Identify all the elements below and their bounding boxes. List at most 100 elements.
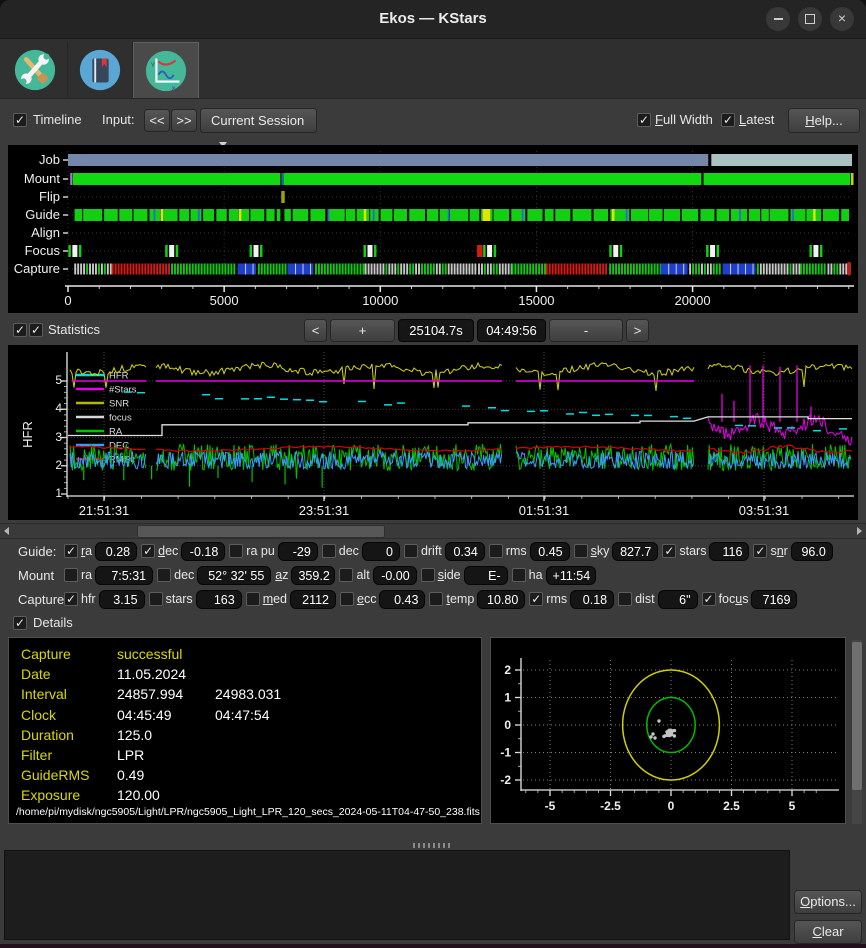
mount-side-checkbox[interactable] [421,568,435,582]
details-vertical-scrollbar[interactable] [852,640,862,824]
stats-back-button[interactable]: < [304,319,327,342]
mount-dec-checkbox[interactable] [157,568,171,582]
input-forward-button[interactable]: >> [171,109,197,132]
statistics-checkbox-2[interactable]: ✓ [29,323,43,337]
details-row: Date11.05.2024 [21,664,481,684]
svg-text:Y: Y [151,62,156,69]
log-panel[interactable] [4,850,790,940]
guide-snr-checkbox[interactable]: ✓ [753,544,767,558]
stat-value: 0.18 [570,590,614,609]
guide-sky-checkbox[interactable] [574,544,588,558]
details-row: Exposure120.00 [21,785,481,805]
guide-stat-ra: ✓ra0.28 [64,542,137,561]
stat-value: 96.0 [791,542,833,561]
guide-stars-checkbox[interactable]: ✓ [662,544,676,558]
session-dropdown[interactable]: Current Session [200,108,317,133]
guide-ra-pu-checkbox[interactable] [229,544,243,558]
titlebar: Ekos — KStars × [0,0,866,39]
svg-text:2.5: 2.5 [723,799,740,813]
capture-stat-temp: temp10.80 [429,590,525,609]
capture-dist-checkbox[interactable] [618,592,632,606]
capture-hfr-checkbox[interactable]: ✓ [64,592,78,606]
details-row: GuideRMS0.49 [21,765,481,785]
close-icon[interactable]: × [830,7,854,31]
guide-stat-stars: ✓stars116 [662,542,749,561]
capture-ecc-checkbox[interactable] [340,592,354,606]
capture-stat-dist: dist6" [618,590,697,609]
guide-ra-checkbox[interactable]: ✓ [64,544,78,558]
stat-label: sky [591,544,610,558]
stat-value: -0.00 [373,566,417,585]
details-checkbox[interactable]: ✓ [13,616,27,630]
tab-analyze[interactable]: Y x [133,42,199,98]
guide-rms-checkbox[interactable] [489,544,503,558]
timeline-x-tick: 0 [40,293,96,308]
stat-label: dec [158,544,178,558]
capture-temp-checkbox[interactable] [429,592,443,606]
stats-y-tick: 4 [44,401,62,415]
help-button[interactable]: Help... [788,108,860,133]
stat-label: temp [446,592,474,606]
mount-row-label: Mount [18,568,64,583]
stat-label: side [438,568,461,582]
minimize-icon[interactable] [766,7,790,31]
splitter-handle[interactable] [413,843,453,848]
stats-zoom-in-button[interactable]: + [330,319,395,342]
stats-clock-display: 04:49:56 [477,319,546,342]
stat-label: ra [81,544,92,558]
details-label: Details [33,615,73,630]
timeline-plot [8,145,858,313]
capture-med-checkbox[interactable] [246,592,260,606]
scroll-right-icon[interactable] [857,527,862,535]
guide-row-label: Guide: [18,544,64,559]
input-back-button[interactable]: << [144,109,170,132]
maximize-icon[interactable] [798,7,822,31]
stat-value: 3.15 [99,590,145,609]
timeline-checkbox[interactable]: ✓ [13,113,27,127]
capture-row-label: Capture [18,592,64,607]
stat-value: 0.34 [445,542,485,561]
tab-setup[interactable] [3,42,68,97]
svg-text:5: 5 [789,799,796,813]
tab-scheduler[interactable] [68,42,133,97]
scroll-left-icon[interactable] [4,527,9,535]
mount-ha-checkbox[interactable] [512,568,526,582]
stats-horizontal-scrollbar[interactable] [0,523,866,539]
clear-button[interactable]: Clear [794,920,862,944]
latest-checkbox[interactable]: ✓ [721,113,735,127]
stat-label: az [275,568,288,582]
capture-focus-checkbox[interactable]: ✓ [702,592,716,606]
stat-label: focus [719,592,749,606]
stats-y-tick: 3 [44,430,62,444]
stat-label: hfr [81,592,96,606]
mount-stat-dec: dec52° 32' 55 [157,566,271,585]
statistics-checkbox-1[interactable]: ✓ [13,323,27,337]
guide-dec-checkbox[interactable] [322,544,336,558]
guide-stat-snr: ✓snr96.0 [753,542,832,561]
svg-text:-1: -1 [500,746,511,760]
timeline-row-label-flip: Flip [12,189,60,205]
input-label: Input: [102,112,135,127]
capture-rms-checkbox[interactable]: ✓ [529,592,543,606]
guide-stat-rms: rms0.45 [489,542,570,561]
statistics-label: Statistics [48,322,100,337]
stats-zoom-out-button[interactable]: - [549,319,623,342]
guide-drift-checkbox[interactable] [404,544,418,558]
options-button[interactable]: Options... [794,890,862,914]
scrollbar-thumb[interactable] [137,525,385,538]
svg-text:0: 0 [504,718,511,732]
timeline-chart[interactable]: JobMountFlipGuideAlignFocusCapture050001… [8,145,858,313]
book-icon [77,47,123,93]
mount-alt-checkbox[interactable] [339,568,353,582]
stat-label: ra [81,568,92,582]
capture-stars-checkbox[interactable] [149,592,163,606]
full-width-checkbox[interactable]: ✓ [637,113,651,127]
guide-dec-checkbox[interactable]: ✓ [141,544,155,558]
stats-forward-button[interactable]: > [626,319,649,342]
vscrollbar-thumb[interactable] [852,642,862,790]
statistics-chart[interactable]: HFR#StarsSNRfocusRADECRMSc 5432121:51:31… [8,345,858,520]
stats-y-tick: 5 [44,373,62,387]
mount-ra-checkbox[interactable] [64,568,78,582]
mount-stat-ha: ha+11:54 [512,566,596,585]
stat-value: 116 [709,542,749,561]
